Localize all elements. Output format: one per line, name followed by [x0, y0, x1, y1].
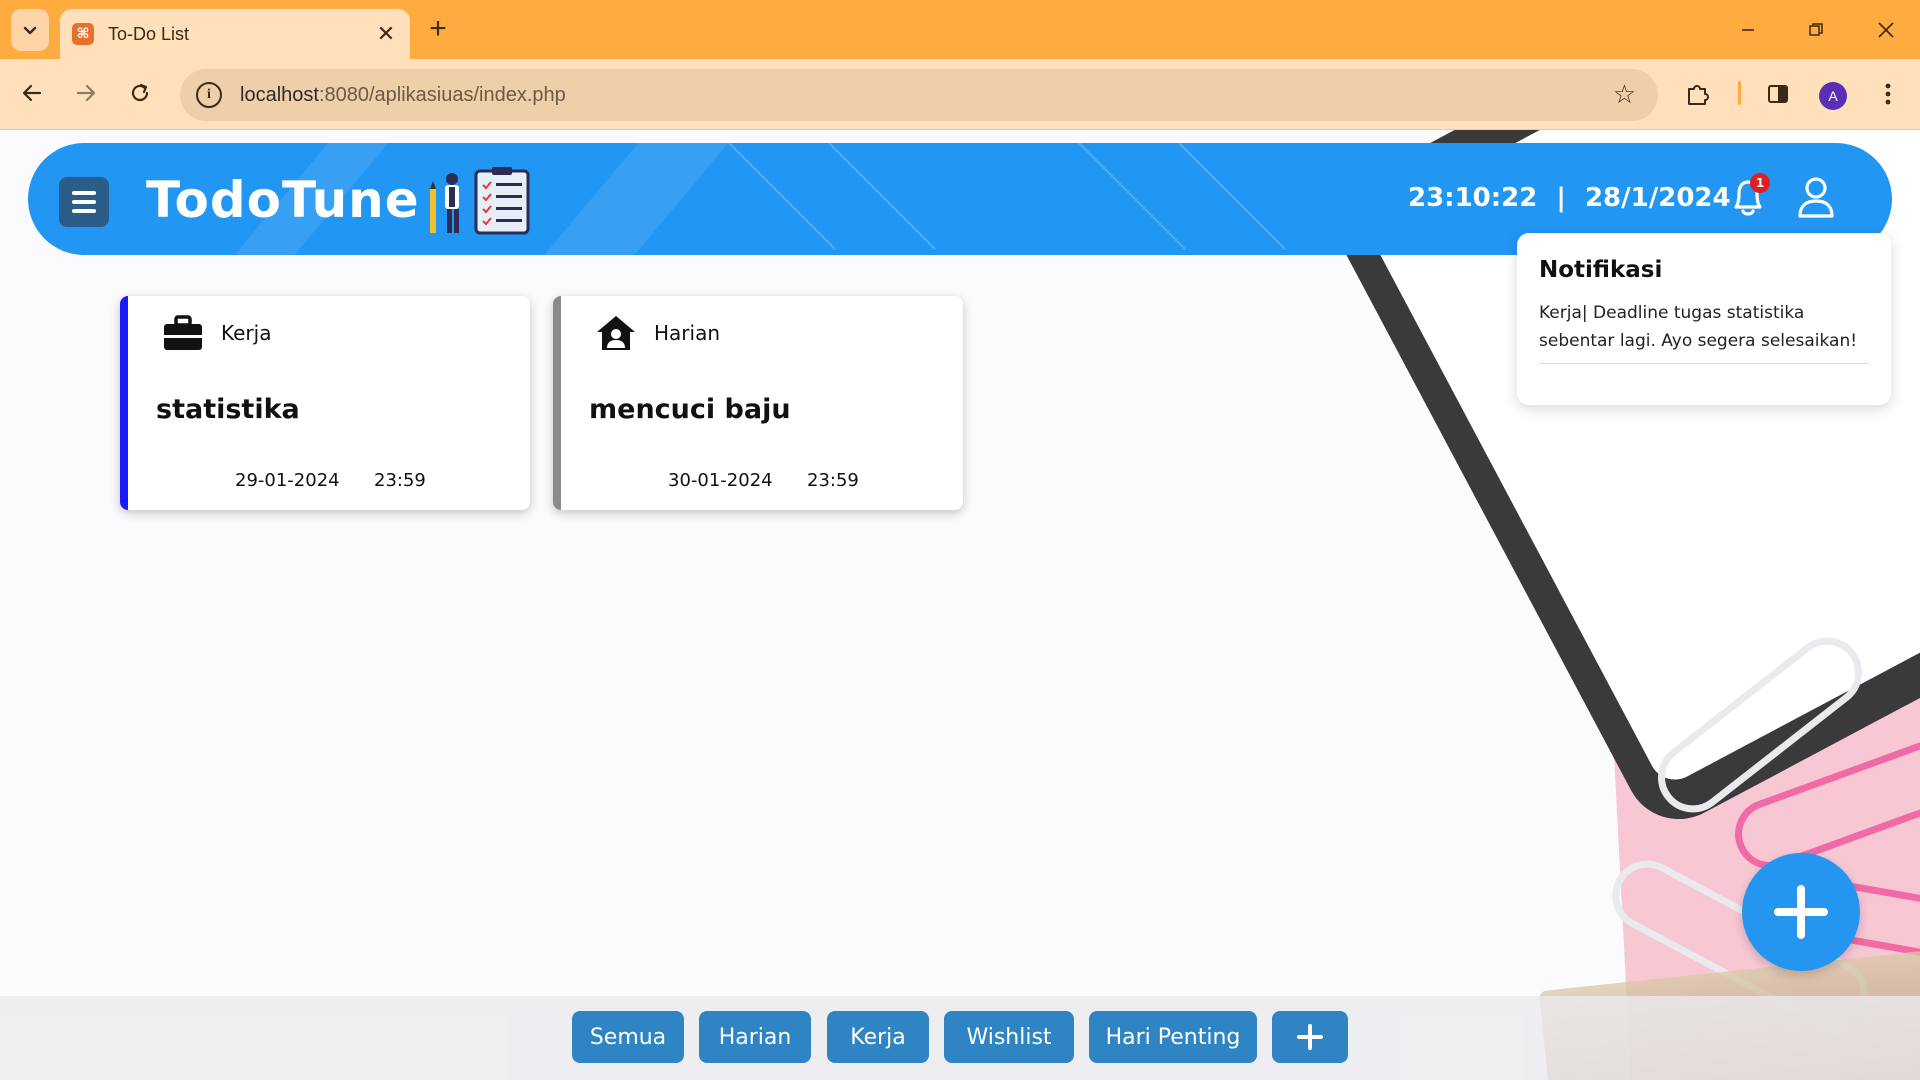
filter-important-day-button[interactable]: Hari Penting [1089, 1011, 1257, 1063]
notification-panel-title: Notifikasi [1539, 257, 1663, 283]
task-title: mencuci baju [589, 394, 791, 425]
hamburger-line [72, 200, 96, 204]
url-text: localhost:8080/aplikasiuas/index.php [240, 84, 566, 107]
add-category-button[interactable] [1272, 1011, 1348, 1063]
side-panel-icon [1768, 85, 1788, 103]
filter-work-button[interactable]: Kerja [827, 1011, 929, 1063]
browser-menu-button[interactable] [1870, 76, 1906, 112]
restore-icon [1809, 23, 1823, 36]
back-button[interactable] [12, 73, 52, 113]
plus-icon [1297, 1024, 1323, 1050]
toolbar-separator [1738, 81, 1741, 105]
user-icon[interactable] [1796, 175, 1836, 219]
time-date-separator: | [1556, 183, 1566, 213]
hamburger-menu-button[interactable] [59, 177, 109, 227]
arrow-left-icon [22, 84, 42, 102]
filter-daily-button[interactable]: Harian [699, 1011, 811, 1063]
browser-tabstrip: ⌘ To-Do List ✕ + [0, 0, 1920, 59]
side-panel-button[interactable] [1760, 76, 1796, 112]
clock-display: 23:10:22 | 28/1/2024 [1408, 183, 1731, 213]
header-line [1178, 143, 1286, 250]
checklist-illustration-icon [430, 167, 530, 235]
url-path: :8080/aplikasiuas/index.php [318, 83, 566, 106]
card-accent-bar [553, 296, 561, 510]
forward-button[interactable] [66, 73, 106, 113]
task-category-label: Kerja [221, 321, 272, 345]
category-filter-bar: Semua Harian Kerja Wishlist Hari Penting [0, 996, 1920, 1080]
tab-search-button[interactable] [11, 9, 49, 51]
app-page: TodoTune 23:10:22 | 28/1/2024 1 Notifika… [0, 130, 1920, 1080]
hamburger-line [72, 191, 96, 195]
task-card[interactable]: Kerja statistika 29-01-2024 23:59 [120, 296, 530, 510]
task-date: 29-01-2024 [235, 470, 340, 491]
arrow-right-icon [76, 84, 96, 102]
browser-tab[interactable]: ⌘ To-Do List ✕ [60, 9, 410, 59]
task-date: 30-01-2024 [668, 470, 773, 491]
task-title: statistika [156, 394, 300, 425]
close-icon [1878, 22, 1894, 38]
add-task-fab-button[interactable] [1742, 853, 1860, 971]
header-stripe [520, 143, 746, 255]
notification-panel: Notifikasi Kerja| Deadline tugas statist… [1517, 233, 1891, 405]
tab-title: To-Do List [108, 23, 190, 44]
minimize-button[interactable] [1728, 12, 1768, 48]
task-card[interactable]: Harian mencuci baju 30-01-2024 23:59 [553, 296, 963, 510]
close-window-button[interactable] [1866, 12, 1906, 48]
house-user-icon [597, 316, 635, 350]
plus-icon [1774, 885, 1828, 939]
minimize-icon [1742, 29, 1754, 31]
close-tab-icon[interactable]: ✕ [374, 22, 398, 47]
notification-count-badge: 1 [1750, 173, 1770, 193]
briefcase-icon [164, 315, 202, 350]
url-host: localhost [240, 83, 319, 106]
site-info-icon[interactable]: i [196, 82, 222, 108]
profile-avatar[interactable]: A [1819, 82, 1847, 110]
more-vertical-icon [1885, 83, 1891, 105]
xampp-favicon-icon: ⌘ [72, 23, 94, 45]
app-brand-title: TodoTune [146, 171, 420, 229]
bookmark-star-icon[interactable]: ☆ [1613, 80, 1636, 110]
current-time: 23:10:22 [1408, 183, 1538, 213]
header-line [828, 143, 936, 250]
extensions-button[interactable] [1680, 76, 1716, 112]
header-line [1078, 143, 1186, 250]
filter-all-button[interactable]: Semua [572, 1011, 684, 1063]
task-category-label: Harian [654, 321, 721, 345]
header-line [728, 143, 836, 250]
reload-button[interactable] [120, 73, 160, 113]
reload-icon [131, 83, 149, 102]
restore-button[interactable] [1796, 12, 1836, 48]
address-bar[interactable]: i localhost:8080/aplikasiuas/index.php ☆ [180, 69, 1658, 121]
current-date: 28/1/2024 [1584, 183, 1731, 213]
card-accent-bar [120, 296, 128, 510]
hamburger-line [72, 209, 96, 213]
task-time: 23:59 [374, 470, 426, 491]
puzzle-icon [1688, 85, 1709, 105]
task-time: 23:59 [807, 470, 859, 491]
new-tab-button[interactable]: + [424, 14, 452, 44]
chevron-down-icon [23, 26, 37, 35]
browser-toolbar: i localhost:8080/aplikasiuas/index.php ☆… [0, 59, 1920, 130]
notification-item[interactable]: Kerja| Deadline tugas statistika sebenta… [1539, 299, 1869, 364]
filter-wishlist-button[interactable]: Wishlist [944, 1011, 1074, 1063]
